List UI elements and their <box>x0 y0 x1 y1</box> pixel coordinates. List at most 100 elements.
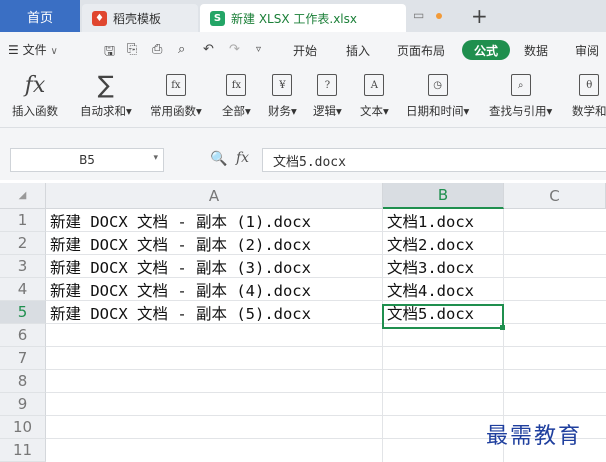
gridline <box>46 346 606 347</box>
menu-insert[interactable]: 插入 <box>346 42 370 59</box>
file-menu-label: 文件 <box>22 43 47 57</box>
row-header-6[interactable]: 6 <box>0 324 46 347</box>
fill-handle[interactable] <box>500 325 505 330</box>
formula-input[interactable]: 文档5.docx <box>262 148 606 172</box>
ribbon-toolbar: fx 插入函数 ∑ 自动求和▾ fx 常用函数▾ fx 全部▾ ¥ 财务▾ ? … <box>0 66 606 128</box>
file-menu[interactable]: ☰ 文件 ∨ <box>8 41 58 58</box>
row-header-8[interactable]: 8 <box>0 370 46 393</box>
corner-triangle-icon: ◢ <box>18 190 27 201</box>
chevron-down-icon: ▾ <box>153 153 158 163</box>
autosum-button[interactable]: ∑ 自动求和▾ <box>80 70 132 119</box>
column-header-b[interactable]: B <box>383 183 504 209</box>
cell-a2[interactable]: 新建 DOCX 文档 - 副本 (2).docx <box>50 232 380 255</box>
name-box-value: B5 <box>79 153 95 167</box>
all-function-icon: fx <box>226 70 247 100</box>
menu-formula[interactable]: 公式 <box>462 40 510 60</box>
formula-input-value: 文档5.docx <box>273 154 346 170</box>
tab-template-label: 稻壳模板 <box>113 11 162 26</box>
cell-b3[interactable]: 文档3.docx <box>387 255 503 278</box>
fx-button[interactable]: fx <box>236 150 249 166</box>
row-header-2[interactable]: 2 <box>0 232 46 255</box>
finance-icon: ¥ <box>272 70 293 100</box>
daoke-logo-icon: ♦ <box>92 10 107 26</box>
logic-label: 逻辑▾ <box>313 104 342 118</box>
row-header-1[interactable]: 1 <box>0 209 46 232</box>
tab-document-label: 新建 XLSX 工作表.xlsx <box>231 11 357 26</box>
autosum-label: 自动求和▾ <box>80 104 132 118</box>
gridline <box>46 415 606 416</box>
menu-review[interactable]: 审阅 <box>575 42 599 59</box>
lookup-button[interactable]: ⌕ 查找与引用▾ <box>489 70 552 119</box>
tab-home[interactable]: 首页 <box>0 0 80 32</box>
cell-a5[interactable]: 新建 DOCX 文档 - 副本 (5).docx <box>50 301 380 324</box>
menu-data[interactable]: 数据 <box>524 42 548 59</box>
formula-bar: B5 ▾ 🔍 fx 文档5.docx <box>0 128 606 180</box>
gridline <box>46 369 606 370</box>
math-label: 数学和 <box>572 104 606 118</box>
print-preview-icon[interactable]: ⌕ <box>178 42 185 57</box>
chevron-down-icon: ∨ <box>50 46 58 57</box>
active-cell-border <box>382 304 504 329</box>
tab-template[interactable]: ♦ 稻壳模板 <box>82 4 198 32</box>
finance-label: 财务▾ <box>268 104 297 118</box>
common-function-button[interactable]: fx 常用函数▾ <box>150 70 202 119</box>
cell-a3[interactable]: 新建 DOCX 文档 - 副本 (3).docx <box>50 255 380 278</box>
print-icon[interactable]: ⎙ <box>152 42 162 57</box>
tab-home-label: 首页 <box>26 10 53 26</box>
logic-button[interactable]: ? 逻辑▾ <box>313 70 342 119</box>
all-function-button[interactable]: fx 全部▾ <box>222 70 251 119</box>
cell-b2[interactable]: 文档2.docx <box>387 232 503 255</box>
gridline <box>46 392 606 393</box>
zoom-search-icon[interactable]: 🔍 <box>210 151 227 167</box>
cell-b4[interactable]: 文档4.docx <box>387 278 503 301</box>
row-header-9[interactable]: 9 <box>0 393 46 416</box>
screen-icon[interactable]: ▭ <box>413 8 424 22</box>
title-bar: 首页 ♦ 稻壳模板 S 新建 XLSX 工作表.xlsx ▭ + <box>0 0 606 32</box>
menu-start[interactable]: 开始 <box>293 42 317 59</box>
save-icon[interactable]: 🖫 <box>104 42 115 64</box>
sum-icon: ∑ <box>97 71 114 99</box>
new-tab-button[interactable]: + <box>471 4 488 28</box>
insert-function-button[interactable]: fx 插入函数 <box>12 70 58 119</box>
row-header-5[interactable]: 5 <box>0 301 46 324</box>
column-header-a[interactable]: A <box>46 183 383 209</box>
menu-bar: ☰ 文件 ∨ 🖫 ⎘ ⎙ ⌕ ↶ ↷ ▿ 开始 插入 页面布局 公式 数据 审阅 <box>0 32 606 66</box>
lookup-label: 查找与引用▾ <box>489 104 553 118</box>
quick-access-dropdown-icon[interactable]: ▿ <box>256 44 261 55</box>
insert-function-label: 插入函数 <box>12 104 58 118</box>
cell-b1[interactable]: 文档1.docx <box>387 209 503 232</box>
datetime-button[interactable]: ◷ 日期和时间▾ <box>406 70 469 119</box>
tab-document[interactable]: S 新建 XLSX 工作表.xlsx <box>200 4 406 32</box>
text-function-button[interactable]: A 文本▾ <box>360 70 389 119</box>
unsaved-dot-icon <box>436 13 442 19</box>
math-icon: θ <box>579 70 600 100</box>
cell-a4[interactable]: 新建 DOCX 文档 - 副本 (4).docx <box>50 278 380 301</box>
common-function-label: 常用函数▾ <box>150 104 202 118</box>
math-button[interactable]: θ 数学和 <box>572 70 606 119</box>
text-function-label: 文本▾ <box>360 104 389 118</box>
datetime-label: 日期和时间▾ <box>406 104 470 118</box>
common-function-icon: fx <box>165 70 186 100</box>
cell-a1[interactable]: 新建 DOCX 文档 - 副本 (1).docx <box>50 209 380 232</box>
export-icon[interactable]: ⎘ <box>127 42 137 57</box>
watermark-logo: 最需教育 <box>486 424 583 449</box>
row-header-11[interactable]: 11 <box>0 439 46 462</box>
name-box[interactable]: B5 ▾ <box>10 148 164 172</box>
select-all-corner[interactable]: ◢ <box>0 183 46 209</box>
undo-icon[interactable]: ↶ <box>203 42 214 57</box>
redo-icon[interactable]: ↷ <box>229 42 240 57</box>
logic-icon: ? <box>317 70 338 100</box>
row-header-7[interactable]: 7 <box>0 347 46 370</box>
text-icon: A <box>364 70 385 100</box>
hamburger-icon: ☰ <box>8 43 19 57</box>
menu-page-layout[interactable]: 页面布局 <box>397 42 445 59</box>
column-header-c[interactable]: C <box>504 183 606 209</box>
finance-button[interactable]: ¥ 财务▾ <box>268 70 297 119</box>
spreadsheet-logo-icon: S <box>210 10 225 26</box>
row-header-3[interactable]: 3 <box>0 255 46 278</box>
row-header-10[interactable]: 10 <box>0 416 46 439</box>
row-header-4[interactable]: 4 <box>0 278 46 301</box>
datetime-icon: ◷ <box>427 70 448 100</box>
all-function-label: 全部▾ <box>222 104 251 118</box>
lookup-icon: ⌕ <box>510 70 531 100</box>
